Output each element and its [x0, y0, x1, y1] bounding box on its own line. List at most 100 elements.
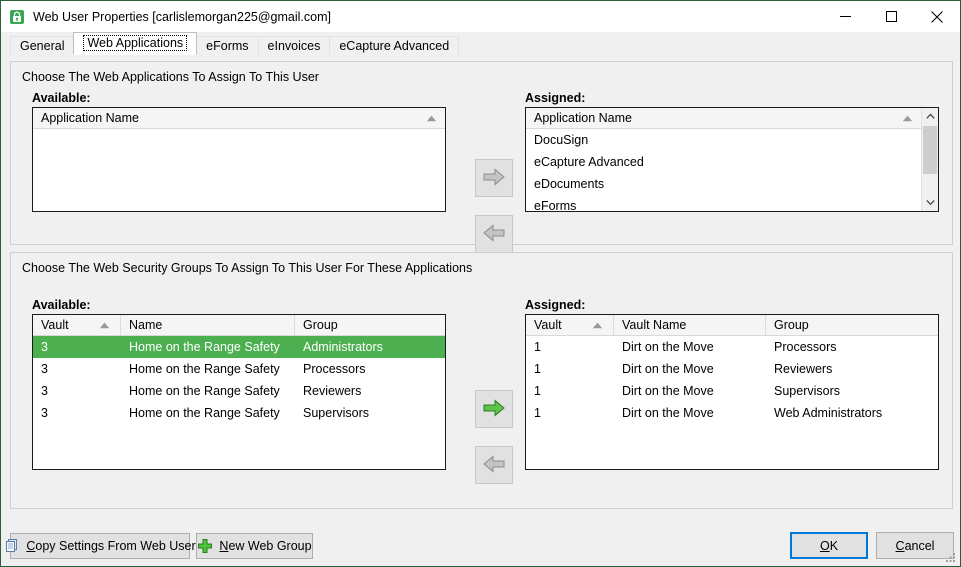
cell-vault-name: Dirt on the Move — [622, 384, 714, 398]
scrollbar-thumb[interactable] — [923, 126, 937, 174]
ok-accel: O — [819, 538, 830, 553]
bottom-button-bar: Copy Settings From Web User New Web Grou… — [1, 525, 960, 566]
column-header-group-label: Group — [774, 318, 809, 332]
tab-einvoices[interactable]: eInvoices — [257, 36, 331, 55]
available-applications-list[interactable]: Application Name — [32, 107, 446, 212]
table-row[interactable]: 1 Dirt on the Move Reviewers — [526, 358, 938, 380]
unassign-application-button[interactable] — [475, 215, 513, 253]
assigned-applications-label: Assigned: — [525, 91, 586, 105]
lock-user-icon — [9, 9, 25, 25]
tab-ecapture-advanced[interactable]: eCapture Advanced — [329, 36, 460, 55]
copy-icon — [4, 538, 20, 554]
tab-eforms[interactable]: eForms — [196, 36, 259, 55]
cell-group: Reviewers — [303, 384, 362, 398]
assigned-groups-header-row: Vault Vault Name Group — [526, 315, 938, 336]
assign-application-button[interactable] — [475, 159, 513, 197]
groups-panel-caption: Choose The Web Security Groups To Assign… — [22, 261, 473, 275]
ok-label-rest: K — [829, 538, 839, 553]
column-header-group-label: Group — [303, 318, 338, 332]
available-groups-grid[interactable]: Vault Name Group 3 Home on the Range Saf… — [32, 314, 446, 470]
cell-name: Home on the Range Safety — [129, 362, 280, 376]
cancel-button[interactable]: Cancel — [876, 532, 954, 559]
tab-einvoices-label: eInvoices — [267, 39, 321, 53]
cell-group: Reviewers — [774, 362, 833, 376]
assigned-applications-column-header[interactable]: Application Name — [526, 108, 938, 129]
table-row[interactable]: 1 Dirt on the Move Supervisors — [526, 380, 938, 402]
tab-general[interactable]: General — [10, 36, 75, 55]
column-header-vault-name[interactable]: Vault Name — [614, 315, 766, 335]
list-item[interactable]: eCapture Advanced — [526, 151, 938, 173]
sort-ascending-icon — [99, 315, 110, 335]
available-groups-label: Available: — [32, 298, 91, 312]
copy-settings-from-web-user-button[interactable]: Copy Settings From Web User — [6, 533, 196, 559]
applications-panel-caption: Choose The Web Applications To Assign To… — [22, 70, 319, 84]
column-header-group[interactable]: Group — [766, 315, 938, 335]
assigned-groups-label: Assigned: — [525, 298, 586, 312]
arrow-left-icon — [483, 223, 505, 245]
assigned-applications-list[interactable]: Application Name DocuSign eCapture Advan… — [525, 107, 939, 212]
window-title: Web User Properties [carlislemorgan225@g… — [33, 9, 331, 24]
column-header-vault[interactable]: Vault — [33, 315, 121, 335]
cancel-label-rest: ancel — [904, 538, 935, 553]
cell-group: Supervisors — [774, 384, 840, 398]
column-header-name[interactable]: Name — [121, 315, 295, 335]
unassign-group-button[interactable] — [475, 446, 513, 484]
window-controls — [822, 1, 960, 32]
resize-grip-icon[interactable] — [944, 551, 957, 564]
cell-vault: 3 — [41, 362, 48, 376]
available-applications-column-label: Application Name — [41, 111, 139, 125]
table-row[interactable]: 3 Home on the Range Safety Supervisors — [33, 402, 445, 424]
column-header-name-label: Name — [129, 318, 163, 332]
table-row[interactable]: 3 Home on the Range Safety Processors — [33, 358, 445, 380]
cell-vault: 1 — [534, 406, 541, 420]
cell-vault: 1 — [534, 384, 541, 398]
table-row[interactable]: 3 Home on the Range Safety Administrator… — [33, 336, 445, 358]
table-row[interactable]: 3 Home on the Range Safety Reviewers — [33, 380, 445, 402]
tab-eforms-label: eForms — [206, 39, 249, 53]
assign-group-button[interactable] — [475, 390, 513, 428]
minimize-button[interactable] — [822, 1, 868, 32]
column-header-vault-label: Vault — [534, 318, 562, 332]
cancel-accel: C — [895, 538, 905, 553]
maximize-button[interactable] — [868, 1, 914, 32]
title-bar: Web User Properties [carlislemorgan225@g… — [1, 1, 960, 32]
cell-vault: 1 — [534, 340, 541, 354]
new-web-group-button[interactable]: New Web Group — [196, 533, 313, 559]
close-button[interactable] — [914, 1, 960, 32]
sort-ascending-icon — [592, 315, 603, 335]
list-item[interactable]: eForms — [526, 195, 938, 211]
cell-vault: 3 — [41, 384, 48, 398]
cell-group: Supervisors — [303, 406, 369, 420]
cell-name: Home on the Range Safety — [129, 340, 280, 354]
table-row[interactable]: 1 Dirt on the Move Processors — [526, 336, 938, 358]
cell-group: Processors — [303, 362, 366, 376]
arrow-left-icon — [483, 454, 505, 476]
tab-web-applications[interactable]: Web Applications — [73, 32, 198, 55]
assigned-groups-grid[interactable]: Vault Vault Name Group 1 Dirt on the Mov… — [525, 314, 939, 470]
ok-button[interactable]: OK — [790, 532, 868, 559]
column-header-vault[interactable]: Vault — [526, 315, 614, 335]
column-header-vault-label: Vault — [41, 318, 69, 332]
scroll-up-icon[interactable] — [922, 108, 938, 125]
available-applications-column-header[interactable]: Application Name — [33, 108, 445, 129]
list-item[interactable]: DocuSign — [526, 129, 938, 151]
tab-ecapture-advanced-label: eCapture Advanced — [339, 39, 450, 53]
cell-vault-name: Dirt on the Move — [622, 406, 714, 420]
cell-vault: 3 — [41, 406, 48, 420]
arrow-right-icon — [483, 167, 505, 189]
copy-settings-label-rest: opy Settings From Web User — [35, 539, 196, 553]
list-item[interactable]: eDocuments — [526, 173, 938, 195]
available-applications-label: Available: — [32, 91, 91, 105]
web-security-groups-panel: Choose The Web Security Groups To Assign… — [10, 252, 953, 509]
column-header-group[interactable]: Group — [295, 315, 445, 335]
arrow-right-icon — [483, 398, 505, 420]
assigned-applications-column-label: Application Name — [534, 111, 632, 125]
cell-group: Administrators — [303, 340, 383, 354]
cell-name: Home on the Range Safety — [129, 406, 280, 420]
assigned-applications-scrollbar[interactable] — [921, 108, 938, 211]
scroll-down-icon[interactable] — [922, 194, 938, 211]
cell-vault-name: Dirt on the Move — [622, 362, 714, 376]
cell-vault-name: Dirt on the Move — [622, 340, 714, 354]
tab-general-label: General — [20, 39, 65, 53]
table-row[interactable]: 1 Dirt on the Move Web Administrators — [526, 402, 938, 424]
